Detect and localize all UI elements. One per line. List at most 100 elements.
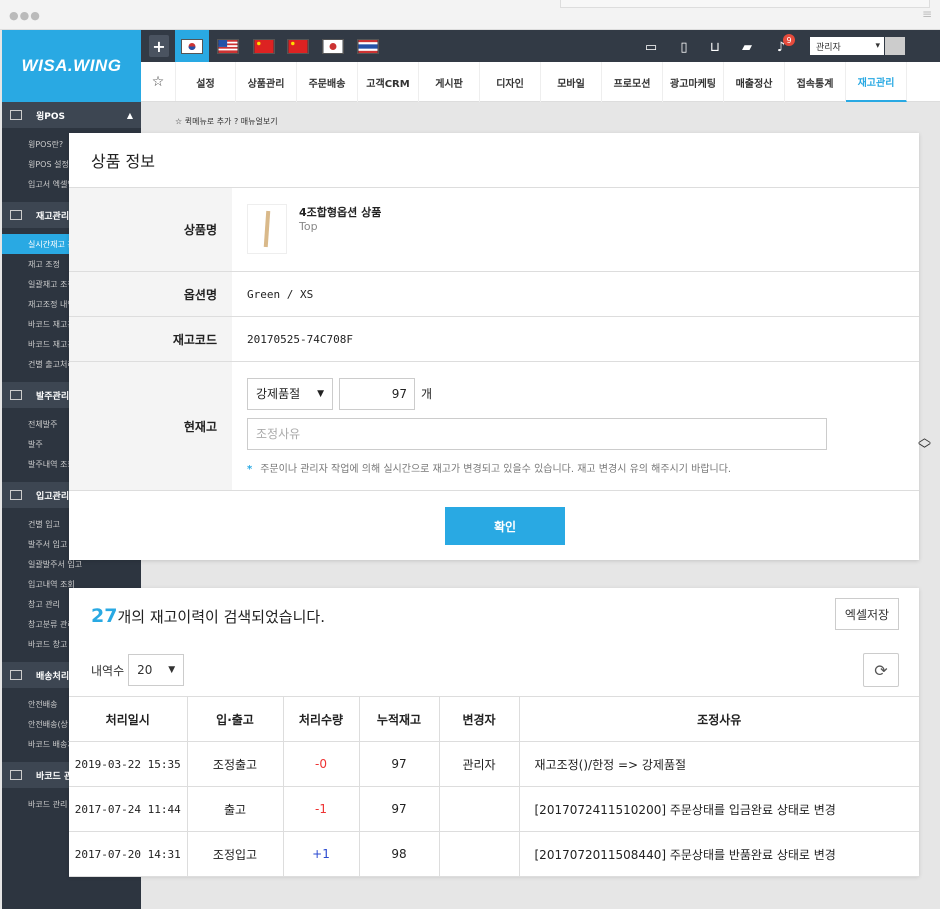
cart-icon[interactable]: ⊔: [705, 36, 725, 58]
admin-select[interactable]: 관리자 ▾: [810, 37, 884, 55]
truck-icon: i: [10, 670, 22, 680]
sidebar-section-title: 입고관리: [36, 491, 70, 502]
cell-reason: 재고조정()/한정 => 강제품절: [519, 741, 919, 787]
product-thumbnail[interactable]: [247, 204, 287, 254]
admin-label: 관리자: [816, 42, 841, 53]
notice-message: 주문이나 관리자 작업에 의해 실시간으로 재고가 변경되고 있을수 있습니다.…: [260, 463, 732, 475]
header-reason: 조정사유: [519, 696, 919, 742]
mobile-icon[interactable]: ▯: [674, 36, 694, 58]
product-row: 상품명 4조합형옵션 상품 Top: [69, 188, 919, 272]
menu-item-promotion[interactable]: 프로모션: [602, 62, 663, 102]
reason-input[interactable]: 조정사유: [247, 417, 827, 450]
chevron-down-icon: ▾: [875, 41, 880, 51]
table-row: 2017-07-24 11:44 출고 -1 97 [2017072411510…: [69, 786, 919, 832]
cell-reason: [2017072011508440] 주문상태를 반품완료 상태로 변경: [519, 831, 919, 877]
sidebar-section-title: 발주관리: [36, 391, 70, 402]
stock-mode-value: 강제품절: [256, 387, 301, 401]
header-qty: 처리수량: [283, 696, 360, 742]
history-title-text: 개의 재고이력이 검색되었습니다.: [117, 608, 325, 626]
table-header-row: 처리일시 입·출고 처리수량 누적재고 변경자 조정사유: [69, 696, 919, 742]
cell-changer: [439, 786, 520, 832]
product-label: 상품명: [69, 188, 232, 271]
menu-icon[interactable]: ≡: [922, 7, 932, 21]
chat-icon[interactable]: ▰: [737, 36, 757, 58]
scroll-arrows-icon[interactable]: ︿ ﹀: [918, 432, 931, 457]
sidebar-section-title: 윙POS: [36, 111, 66, 122]
product-category: Top: [299, 220, 318, 233]
table-row: 2017-07-20 14:31 조정입고 +1 98 [20170720115…: [69, 831, 919, 877]
menu-item-products[interactable]: 상품관리: [236, 62, 297, 102]
cell-date: 2017-07-20 14:31: [69, 831, 188, 877]
header-cumulative: 누적재고: [359, 696, 440, 742]
inbox-icon: i: [10, 490, 22, 500]
cell-qty: +1: [283, 831, 360, 877]
sidebar-section-pos[interactable]: i 윙POS ▲: [2, 102, 141, 128]
korea-flag-icon[interactable]: [181, 39, 203, 54]
menu-item-mobile[interactable]: 모바일: [541, 62, 602, 102]
history-title: 27개의 재고이력이 검색되었습니다.: [91, 605, 325, 627]
cell-qty: -0: [283, 741, 360, 787]
cell-cumulative: 97: [359, 741, 440, 787]
stock-quantity-input[interactable]: 97: [339, 377, 415, 410]
code-value: 20170525-74C708F: [247, 332, 353, 346]
excel-save-button[interactable]: 엑셀저장: [835, 598, 899, 630]
browser-chrome: ●●● ≡: [0, 0, 940, 30]
product-info-modal: 상품 정보 상품명 4조합형옵션 상품 Top 옵션명 Green / XS 재…: [69, 133, 919, 560]
sidebar-section-title: 재고관리: [36, 211, 70, 222]
china-flag-icon[interactable]: [253, 39, 275, 54]
header-changer: 변경자: [439, 696, 520, 742]
rows-per-page: 내역수 20 ▼: [91, 654, 185, 686]
code-label: 재고코드: [69, 317, 232, 361]
cell-date: 2017-07-24 11:44: [69, 786, 188, 832]
thailand-flag-icon[interactable]: [357, 39, 379, 54]
confirm-button[interactable]: 확인: [445, 507, 565, 545]
stock-history-panel: 27개의 재고이력이 검색되었습니다. 엑셀저장 내역수 20 ▼ ⟳ 처리일시 …: [69, 588, 919, 877]
notification-badge: 9: [783, 34, 795, 46]
usa-flag-icon[interactable]: [217, 39, 239, 54]
menu-item-sales[interactable]: 매출정산: [724, 62, 785, 102]
table-row: 2019-03-22 15:35 조정출고 -0 97 관리자 재고조정()/한…: [69, 741, 919, 787]
logo[interactable]: WISA.WING: [2, 30, 141, 102]
menu-item-ad-marketing[interactable]: 광고마케팅: [663, 62, 724, 102]
sidebar-section-title: 바코드 관: [36, 771, 73, 782]
address-bar[interactable]: [560, 0, 930, 8]
bullet-icon: *: [247, 463, 253, 475]
menu-item-inventory[interactable]: 재고관리: [846, 62, 907, 102]
help-icon: ?: [233, 117, 239, 126]
code-row: 재고코드 20170525-74C708F: [69, 317, 919, 362]
option-row: 옵션명 Green / XS: [69, 272, 919, 317]
japan-flag-icon[interactable]: [322, 39, 344, 54]
star-icon[interactable]: ☆: [141, 62, 176, 101]
menu-item-crm[interactable]: 고객CRM: [358, 62, 419, 102]
stock-row: 현재고 강제품절 ▼ 97 개 조정사유 * 주문이나 관리자 작업에 의해 실시간…: [69, 362, 919, 491]
desktop-icon[interactable]: ▭: [641, 36, 661, 58]
cell-type: 조정입고: [187, 831, 284, 877]
quick-add-link[interactable]: 퀵메뉴로 추가: [185, 117, 232, 126]
product-name[interactable]: 4조합형옵션 상품: [299, 204, 381, 220]
menu-item-design[interactable]: 디자인: [480, 62, 541, 102]
chevron-down-icon: ▼: [317, 388, 324, 399]
cell-reason: [2017072411510200] 주문상태를 입금완료 상태로 변경: [519, 786, 919, 832]
barcode-icon: i: [10, 770, 22, 780]
refresh-icon: ⟳: [874, 660, 888, 680]
stock-mode-select[interactable]: 강제품절 ▼: [247, 377, 333, 410]
stock-label: 현재고: [69, 362, 232, 490]
chevron-down-icon: ▼: [168, 665, 176, 675]
rows-value: 20: [137, 663, 153, 677]
sidebar-section-title: 배송처리: [36, 671, 70, 682]
menu-item-settings[interactable]: 설정: [176, 62, 236, 102]
menu-item-board[interactable]: 게시판: [419, 62, 480, 102]
china-traditional-flag-icon[interactable]: [287, 39, 309, 54]
box-icon: i: [10, 210, 22, 220]
history-table: 처리일시 입·출고 처리수량 누적재고 변경자 조정사유 2019-03-22 …: [69, 696, 919, 877]
cell-qty: -1: [283, 786, 360, 832]
menu-item-stats[interactable]: 접속통계: [785, 62, 846, 102]
add-icon[interactable]: +: [149, 35, 169, 57]
manual-link[interactable]: 매뉴얼보기: [241, 117, 278, 126]
refresh-button[interactable]: ⟳: [863, 653, 899, 687]
avatar[interactable]: [885, 37, 905, 55]
menu-item-orders[interactable]: 주문배송: [297, 62, 358, 102]
document-icon: i: [10, 390, 22, 400]
rows-select[interactable]: 20 ▼: [128, 654, 185, 686]
unit-label: 개: [421, 387, 433, 401]
